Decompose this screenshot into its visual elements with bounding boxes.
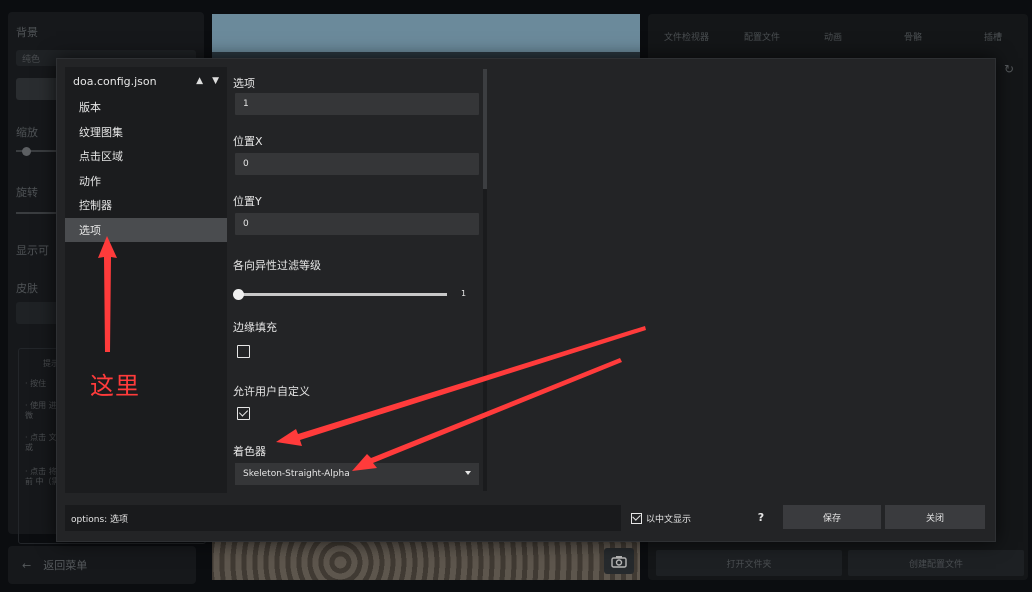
pos-x-field[interactable]: 0 [235,153,479,175]
save-button[interactable]: 保存 [783,505,881,529]
show-title: 显示可 [16,244,49,257]
background-title: 背景 [16,26,38,39]
screenshot-button[interactable] [604,548,634,574]
back-to-menu-label: 返回菜单 [43,559,88,572]
scale-slider-knob[interactable] [22,147,31,156]
skin-title: 皮肤 [16,282,38,295]
nav-item-version[interactable]: 版本 [65,95,227,120]
config-editor-dialog: doa.config.json ▲ ▼ 版本 纹理图集 点击区域 动作 控制器 … [56,58,996,542]
nav-item-options[interactable]: 选项 [65,217,227,242]
tab-animation[interactable]: 动画 [824,30,904,43]
dropdown-caret-icon [465,471,471,475]
background-select-value: 纯色 [22,55,41,65]
file-selector[interactable]: doa.config.json ▲ ▼ [65,67,227,95]
help-button[interactable]: ? [745,505,777,529]
options-scrollbar[interactable] [483,69,487,491]
create-config-button[interactable]: 创建配置文件 [848,550,1024,576]
options-scrollbar-thumb[interactable] [483,69,487,189]
rotate-title: 旋转 [16,186,38,199]
shader-label: 着色器 [233,445,266,458]
hint-1: · 按住 [25,379,47,388]
anisotropic-filter-label: 各向异性过滤等级 [233,259,321,272]
arrow-left-icon: ← [22,558,32,572]
tab-bones[interactable]: 骨骼 [904,30,984,43]
config-section-nav: doa.config.json ▲ ▼ 版本 纹理图集 点击区域 动作 控制器 … [65,67,227,493]
stage-pebbles [212,536,640,580]
back-to-menu-button[interactable]: ← 返回菜单 [8,546,196,584]
open-folder-button[interactable]: 打开文件夹 [656,550,842,576]
edge-fill-checkbox[interactable] [237,345,250,358]
nav-item-hit-area[interactable]: 点击区域 [65,144,227,169]
nav-item-motion[interactable]: 动作 [65,169,227,194]
options-form: 选项 1 位置X 0 位置Y 0 各向异性过滤等级 1 边缘填充 允许用户自定义… [227,67,483,493]
file-name: doa.config.json [73,74,157,88]
anisotropic-value: 1 [461,289,467,298]
camera-icon [611,555,627,568]
anisotropic-slider-track[interactable] [239,293,447,296]
shader-select[interactable]: Skeleton-Straight-Alpha [235,463,479,485]
scale-title: 缩放 [16,126,38,139]
pos-x-label: 位置X [233,135,263,148]
stage-sky [212,14,640,52]
pos-y-label: 位置Y [233,195,262,208]
anisotropic-slider-knob[interactable] [233,289,244,300]
chinese-display-label: 以中文显示 [646,514,692,525]
chinese-display-toggle[interactable]: 以中文显示 [631,505,691,531]
tab-file-viewer[interactable]: 文件检视器 [664,30,744,43]
shader-select-value: Skeleton-Straight-Alpha [243,469,350,479]
user-custom-checkbox[interactable] [237,407,250,420]
inspector-tabs: 文件检视器 配置文件 动画 骨骼 插槽 [664,30,1032,43]
pos-y-field[interactable]: 0 [235,213,479,235]
nav-item-atlas[interactable]: 纹理图集 [65,120,227,145]
tab-config-file[interactable]: 配置文件 [744,30,824,43]
status-path: options: 选项 [65,505,621,531]
sort-down-icon[interactable]: ▼ [212,76,219,86]
annotation-text: 这里 [90,372,140,400]
user-custom-label: 允许用户自定义 [233,385,310,398]
nav-item-controller[interactable]: 控制器 [65,193,227,218]
chinese-display-checkbox[interactable] [631,512,642,524]
refresh-icon[interactable]: ↻ [1004,62,1014,76]
section-title: 选项 [233,77,255,90]
tab-slots[interactable]: 插槽 [984,30,1032,43]
options-value-field[interactable]: 1 [235,93,479,115]
close-button[interactable]: 关闭 [885,505,985,529]
dialog-footer: options: 选项 以中文显示 ? 保存 关闭 [65,505,987,533]
edge-fill-label: 边缘填充 [233,321,277,334]
sort-up-icon[interactable]: ▲ [196,76,203,86]
